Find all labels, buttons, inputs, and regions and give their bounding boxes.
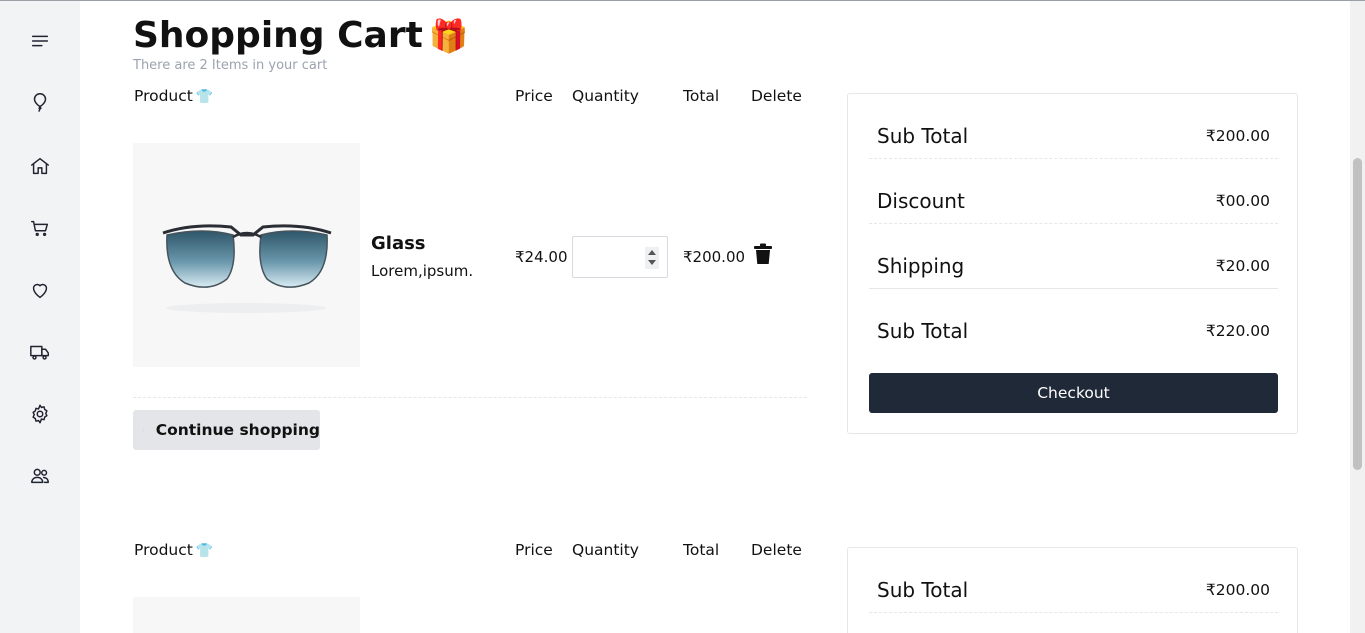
summary-value: ₹00.00	[1215, 192, 1270, 210]
product-image-sunglasses	[133, 143, 360, 367]
summary-row-grand-total: Sub Total ₹220.00	[869, 289, 1278, 354]
cart-icon[interactable]	[26, 214, 54, 242]
column-header-product: Product 👕	[134, 541, 213, 559]
cart-count-subtitle: There are 2 Items in your cart	[133, 58, 328, 73]
column-header-price: Price	[515, 541, 553, 559]
column-header-delete: Delete	[751, 541, 802, 559]
quantity-stepper[interactable]	[572, 236, 668, 278]
summary-row-shipping: Shipping ₹20.00	[869, 224, 1278, 289]
summary-value: ₹20.00	[1215, 257, 1270, 275]
summary-value: ₹200.00	[1205, 581, 1270, 599]
product-price: ₹24.00	[515, 248, 568, 266]
column-header-total: Total	[683, 541, 720, 559]
order-summary-card: Sub Total ₹200.00	[847, 547, 1298, 633]
gift-icon: 🎁	[428, 17, 469, 55]
column-header-total: Total	[683, 87, 720, 105]
column-header-product-label: Product	[134, 541, 193, 559]
quantity-spinner[interactable]	[645, 247, 659, 269]
home-icon[interactable]	[26, 152, 54, 180]
column-header-quantity: Quantity	[572, 541, 639, 559]
summary-label: Discount	[877, 189, 965, 213]
column-header-product: Product 👕	[134, 87, 213, 105]
truck-icon[interactable]	[26, 338, 54, 366]
sidebar	[0, 1, 80, 633]
chevron-up-icon[interactable]	[648, 250, 656, 255]
row-divider	[133, 397, 807, 398]
summary-row-subtotal: Sub Total ₹200.00	[869, 94, 1278, 159]
product-description: Lorem,ipsum.	[371, 262, 474, 280]
summary-row-discount: Discount ₹00.00	[869, 159, 1278, 224]
balloon-icon[interactable]	[26, 88, 54, 116]
menu-icon[interactable]	[26, 27, 54, 55]
checkout-button[interactable]: Checkout	[869, 373, 1278, 413]
arrow-left-icon	[143, 429, 144, 431]
summary-value: ₹200.00	[1205, 127, 1270, 145]
column-header-delete: Delete	[751, 87, 802, 105]
tshirt-icon: 👕	[195, 543, 214, 559]
scrollbar-thumb[interactable]	[1353, 158, 1362, 470]
summary-label: Sub Total	[877, 319, 969, 343]
summary-row-subtotal: Sub Total ₹200.00	[869, 548, 1278, 613]
summary-label: Sub Total	[877, 124, 969, 148]
summary-label: Shipping	[877, 254, 965, 278]
order-summary-card: Sub Total ₹200.00 Discount ₹00.00 Shippi…	[847, 93, 1298, 434]
product-name[interactable]: Glass	[371, 233, 426, 254]
column-header-quantity: Quantity	[572, 87, 639, 105]
top-border	[0, 0, 1365, 1]
product-total: ₹200.00	[683, 248, 746, 266]
column-header-product-label: Product	[134, 87, 193, 105]
page-title-text: Shopping Cart	[133, 15, 423, 56]
product-image-placeholder	[133, 597, 360, 633]
page-title: Shopping Cart 🎁	[133, 14, 469, 58]
users-icon[interactable]	[26, 462, 54, 490]
gear-icon[interactable]	[26, 400, 54, 428]
heart-icon[interactable]	[26, 276, 54, 304]
continue-shopping-label: Continue shopping	[155, 421, 320, 439]
summary-label: Sub Total	[877, 578, 969, 602]
tshirt-icon: 👕	[195, 89, 214, 105]
trash-icon[interactable]	[753, 243, 773, 265]
continue-shopping-button[interactable]: Continue shopping	[133, 410, 320, 450]
summary-value: ₹220.00	[1205, 322, 1270, 340]
column-header-price: Price	[515, 87, 553, 105]
chevron-down-icon[interactable]	[648, 260, 656, 265]
page-scrollbar[interactable]	[1350, 1, 1365, 633]
